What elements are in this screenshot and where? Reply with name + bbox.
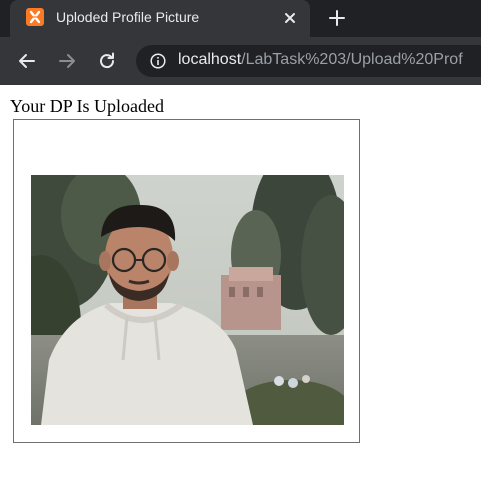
profile-picture xyxy=(31,175,344,425)
forward-arrow-icon[interactable] xyxy=(57,51,77,71)
page-heading: Your DP Is Uploaded xyxy=(10,96,165,116)
url-path: /LabTask%203/Upload%20Prof xyxy=(241,51,463,68)
reload-icon[interactable] xyxy=(97,51,117,71)
close-icon[interactable] xyxy=(282,10,298,26)
browser-toolbar: localhost/LabTask%203/Upload%20Prof xyxy=(0,37,481,85)
url-host: localhost xyxy=(178,51,242,68)
address-bar[interactable]: localhost/LabTask%203/Upload%20Prof xyxy=(136,45,481,77)
browser-tab[interactable]: Uploded Profile Picture xyxy=(10,0,310,37)
xampp-icon xyxy=(26,8,44,26)
browser-tabstrip: Uploded Profile Picture xyxy=(0,0,481,37)
tab-title: Uploded Profile Picture xyxy=(56,9,200,25)
url-text[interactable]: localhost/LabTask%203/Upload%20Prof xyxy=(178,51,463,69)
back-arrow-icon[interactable] xyxy=(17,51,37,71)
info-icon[interactable] xyxy=(150,53,166,69)
profile-picture-frame xyxy=(13,119,360,443)
plus-icon[interactable] xyxy=(328,9,346,27)
